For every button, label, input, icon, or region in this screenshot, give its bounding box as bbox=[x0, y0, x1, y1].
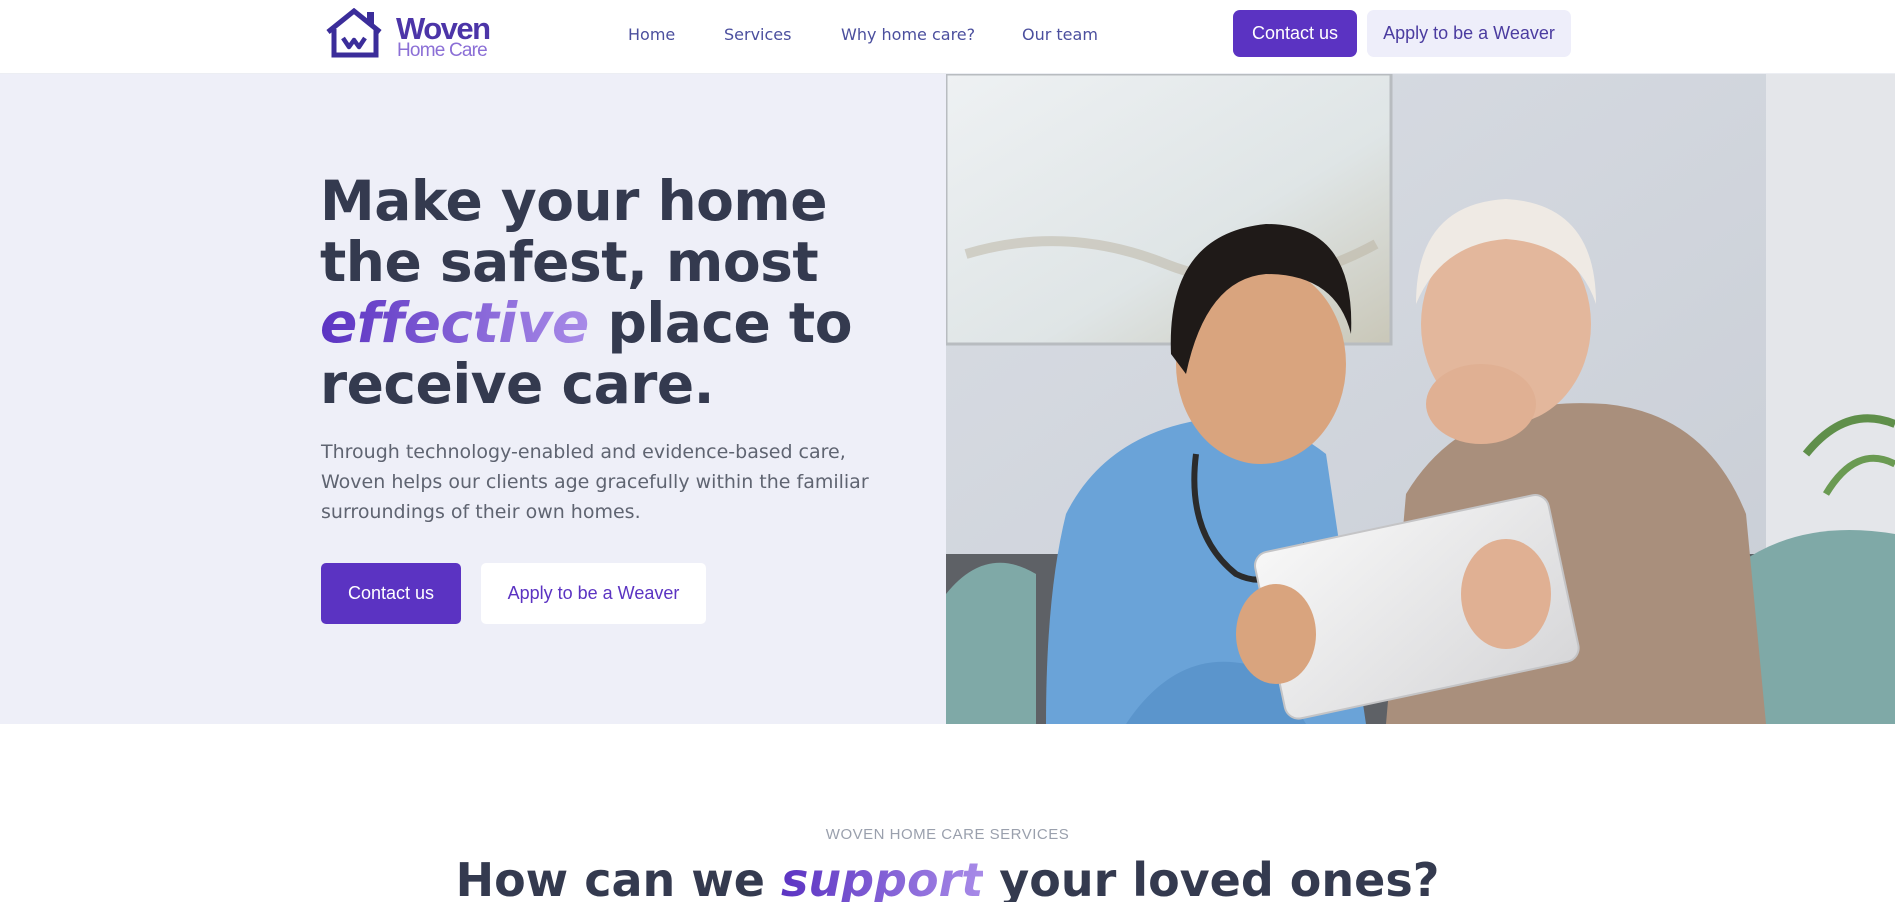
header-apply-button[interactable]: Apply to be a Weaver bbox=[1367, 10, 1571, 57]
logo-tagline: Home Care bbox=[397, 40, 488, 61]
services-heading-accent: support bbox=[781, 853, 983, 902]
hero-title-accent: effective bbox=[320, 291, 589, 355]
hero-image bbox=[946, 74, 1895, 724]
hero-apply-button[interactable]: Apply to be a Weaver bbox=[481, 563, 706, 624]
hero-description: Through technology-enabled and evidence-… bbox=[321, 441, 869, 523]
header-contact-button[interactable]: Contact us bbox=[1233, 10, 1357, 57]
services-eyebrow: WOVEN HOME CARE SERVICES bbox=[825, 826, 1070, 843]
services-heading-part1: How can we bbox=[455, 853, 765, 902]
house-icon bbox=[326, 8, 382, 58]
hero-contact-button[interactable]: Contact us bbox=[321, 563, 461, 624]
nav-why-home-care[interactable]: Why home care? bbox=[841, 25, 975, 44]
woven-logo[interactable]: Woven Home Care bbox=[324, 8, 491, 62]
hero-title-part1: Make your home the safest, most bbox=[320, 169, 828, 294]
services-heading: How can we support your loved ones? bbox=[0, 852, 1895, 902]
nav-services[interactable]: Services bbox=[724, 25, 791, 44]
hero-title: Make your home the safest, most effectiv… bbox=[320, 171, 880, 415]
nav-our-team[interactable]: Our team bbox=[1022, 25, 1098, 44]
nav-home[interactable]: Home bbox=[628, 25, 675, 44]
services-heading-part2: your loved ones? bbox=[999, 853, 1440, 902]
caregiver-with-elderly-woman-photo-icon bbox=[946, 74, 1895, 724]
site-header: Woven Home Care Home Services Why home c… bbox=[0, 0, 1895, 74]
